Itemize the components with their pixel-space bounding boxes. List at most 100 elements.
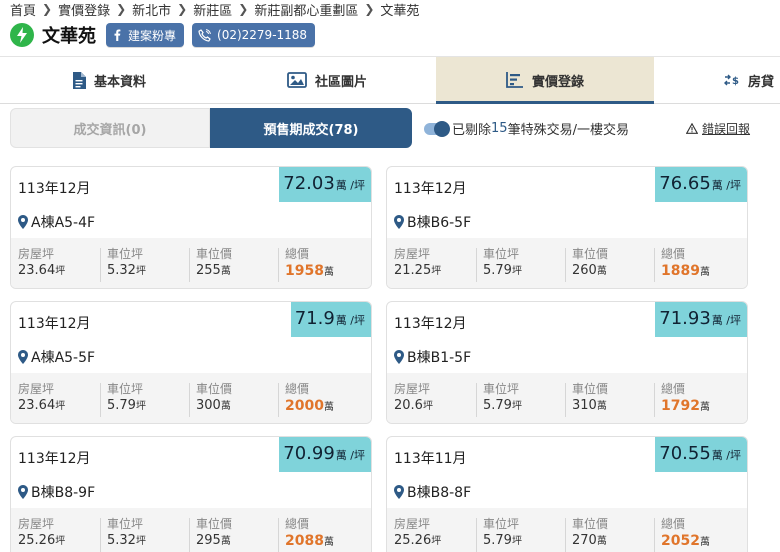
total-price-value: 2088 <box>285 533 324 549</box>
breadcrumb-current: 文華苑 <box>380 3 420 19</box>
transaction-card[interactable]: 113年11月 70.55 萬 /坪 B棟B8-8F 房屋坪 25.26坪 車位坪… <box>386 436 748 552</box>
parking-price-value: 295 <box>196 533 221 548</box>
tab-community-photos-label: 社區圖片 <box>314 74 367 90</box>
transaction-card[interactable]: 113年12月 71.93 萬 /坪 B棟B1-5F 房屋坪 20.6坪 車位坪 … <box>386 301 748 424</box>
stat-label: 車位價 <box>572 382 609 396</box>
tab-community-photos[interactable]: 社區圖片 <box>218 57 436 103</box>
stat-label: 總價 <box>661 247 686 261</box>
breadcrumb-city[interactable]: 新北市 <box>132 0 171 19</box>
report-error-link[interactable]: 錯誤回報 <box>686 120 750 137</box>
unit-ping: 坪 <box>431 266 442 277</box>
stat-value: 2000萬 <box>285 397 367 417</box>
stat-value: 21.25坪 <box>394 262 476 281</box>
stat-value: 5.79坪 <box>107 397 189 416</box>
stat-parking-area: 車位坪 5.79坪 <box>476 516 565 552</box>
stat-parking-price: 車位價 310萬 <box>565 381 654 423</box>
stat-total-price: 總價 2052萬 <box>654 516 743 552</box>
stat-label: 總價 <box>285 517 310 531</box>
stat-value: 1889萬 <box>661 262 743 282</box>
chart-icon <box>506 72 524 88</box>
stat-label: 房屋坪 <box>18 247 55 261</box>
tab-basic-info[interactable]: 基本資料 <box>0 57 218 103</box>
house-area-value: 23.64 <box>18 263 56 278</box>
stat-parking-area: 車位坪 5.79坪 <box>100 381 189 423</box>
stat-parking-area: 車位坪 5.79坪 <box>476 381 565 423</box>
tab-mortgage[interactable]: $ 房貸 <box>654 57 780 103</box>
parking-price-value: 260 <box>572 263 597 278</box>
breadcrumb-area[interactable]: 新莊副都心重劃區 <box>254 0 358 19</box>
house-area-value: 25.26 <box>394 533 432 548</box>
breadcrumb-home[interactable]: 首頁 <box>10 0 36 19</box>
parking-area-value: 5.79 <box>107 398 136 413</box>
stat-parking-price: 車位價 270萬 <box>565 516 654 552</box>
stat-label: 車位價 <box>196 247 233 261</box>
stat-value: 5.79坪 <box>483 397 565 416</box>
stat-parking-price: 車位價 255萬 <box>189 246 278 288</box>
breadcrumb: 首頁 ❯ 實價登錄 ❯ 新北市 ❯ 新莊區 ❯ 新莊副都心重劃區 ❯ 文華苑 <box>10 0 420 19</box>
stat-value: 25.26坪 <box>394 532 476 551</box>
unit-price: 70.99 <box>283 443 335 464</box>
presale-deals-button[interactable]: 預售期成交(78) <box>210 108 412 148</box>
unit-wan: 萬 <box>596 401 607 412</box>
transaction-card[interactable]: 113年12月 70.99 萬 /坪 B棟B8-9F 房屋坪 25.26坪 車位坪… <box>10 436 372 552</box>
stat-total-price: 總價 1792萬 <box>654 381 743 423</box>
unit-price-unit: 萬 /坪 <box>711 449 741 462</box>
stat-parking-price: 車位價 295萬 <box>189 516 278 552</box>
total-price-value: 2052 <box>661 533 700 549</box>
stat-label: 車位價 <box>196 517 233 531</box>
breadcrumb-district[interactable]: 新莊區 <box>193 0 232 19</box>
special-trade-filter: 已剔除 15 筆特殊交易/一樓交易 <box>424 119 629 138</box>
stat-total-price: 總價 1889萬 <box>654 246 743 288</box>
stat-label: 總價 <box>285 382 310 396</box>
unit-ping: 坪 <box>511 536 522 547</box>
tab-price-registry-label: 實價登錄 <box>531 74 584 90</box>
parking-area-value: 5.79 <box>483 263 512 278</box>
stat-label: 總價 <box>661 382 686 396</box>
unit-name: A棟A5-4F <box>31 215 96 231</box>
unit-ping: 坪 <box>511 266 522 277</box>
stat-total-price: 總價 2088萬 <box>278 516 367 552</box>
filter-toggle[interactable] <box>424 120 450 137</box>
unit-price-badge: 70.99 萬 /坪 <box>279 437 371 472</box>
stat-parking-area: 車位坪 5.32坪 <box>100 516 189 552</box>
stat-value: 270萬 <box>572 532 654 551</box>
stat-value: 20.6坪 <box>394 397 476 416</box>
fanpage-button[interactable]: 建案粉專 <box>106 23 185 47</box>
parking-area-value: 5.79 <box>483 533 512 548</box>
transaction-card[interactable]: 113年12月 72.03 萬 /坪 A棟A5-4F 房屋坪 23.64坪 車位坪… <box>10 166 372 289</box>
tab-price-registry[interactable]: 實價登錄 <box>436 57 654 104</box>
facebook-icon <box>112 29 122 41</box>
chevron-right-icon: ❯ <box>238 2 249 16</box>
unit-wan: 萬 <box>596 266 607 277</box>
stat-parking-area: 車位坪 5.79坪 <box>476 246 565 288</box>
breadcrumb-price-registry[interactable]: 實價登錄 <box>58 0 110 19</box>
map-pin-icon <box>394 215 404 229</box>
unit-name: B棟B8-9F <box>31 485 96 501</box>
map-pin-icon <box>18 485 28 499</box>
stat-house-area: 房屋坪 23.64坪 <box>11 381 100 423</box>
unit-location: B棟B8-8F <box>394 482 471 502</box>
deal-date: 113年12月 <box>18 316 91 332</box>
stat-house-area: 房屋坪 25.26坪 <box>11 516 100 552</box>
parking-price-value: 270 <box>572 533 597 548</box>
completed-deals-button[interactable]: 成交資訊(0) <box>10 108 210 148</box>
phone-button[interactable]: (02)2279-1188 <box>192 23 316 47</box>
unit-name: B棟B1-5F <box>407 350 472 366</box>
stat-value: 260萬 <box>572 262 654 281</box>
stat-value: 295萬 <box>196 532 278 551</box>
deal-date: 113年12月 <box>394 316 467 332</box>
transaction-card[interactable]: 113年12月 71.9 萬 /坪 A棟A5-5F 房屋坪 23.64坪 車位坪 … <box>10 301 372 424</box>
transaction-card[interactable]: 113年12月 76.65 萬 /坪 B棟B6-5F 房屋坪 21.25坪 車位坪… <box>386 166 748 289</box>
stat-value: 310萬 <box>572 397 654 416</box>
unit-name: A棟A5-5F <box>31 350 96 366</box>
deal-date: 113年12月 <box>18 181 91 197</box>
stat-value: 5.32坪 <box>107 532 189 551</box>
stat-value: 25.26坪 <box>18 532 100 551</box>
unit-location: B棟B8-9F <box>18 482 95 502</box>
unit-price: 76.65 <box>659 173 711 194</box>
unit-location: A棟A5-4F <box>18 212 95 232</box>
unit-name: B棟B8-8F <box>407 485 472 501</box>
stat-total-price: 總價 1958萬 <box>278 246 367 288</box>
unit-ping: 坪 <box>431 536 442 547</box>
stat-house-area: 房屋坪 25.26坪 <box>387 516 476 552</box>
